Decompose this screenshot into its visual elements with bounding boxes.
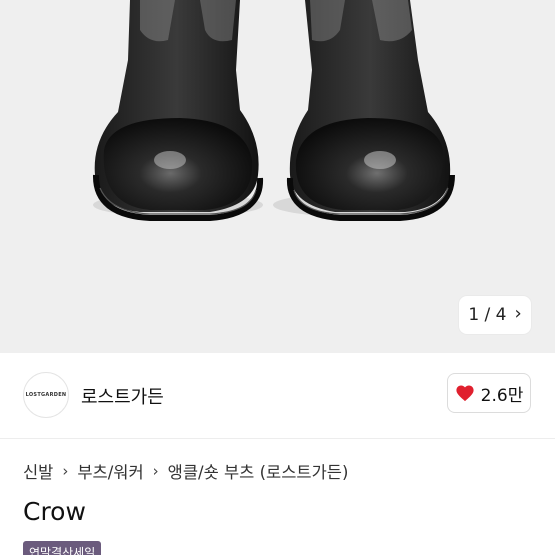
chevron-right-icon: ›: [62, 462, 69, 480]
product-image-gallery[interactable]: 1 / 4 ›: [0, 0, 555, 353]
heart-icon: [456, 385, 474, 402]
product-title: Crow: [23, 497, 86, 526]
store-logo[interactable]: LOSTGARDEN: [23, 372, 69, 418]
store-logo-text: LOSTGARDEN: [25, 392, 67, 398]
chevron-right-icon: ›: [514, 303, 522, 324]
image-pager[interactable]: 1 / 4 ›: [459, 296, 531, 334]
breadcrumb-item-ankle-boots[interactable]: 앵클/숏 부츠 (로스트가든): [168, 459, 349, 483]
breadcrumb-item-shoes[interactable]: 신발: [23, 459, 53, 483]
chevron-right-icon: ›: [152, 462, 159, 480]
breadcrumb: 신발 › 부츠/워커 › 앵클/숏 부츠 (로스트가든): [23, 459, 348, 483]
sale-badge: 연말결산세일: [23, 541, 102, 555]
pager-text: 1 / 4: [468, 305, 507, 325]
store-name[interactable]: 로스트가든: [81, 383, 164, 409]
like-button[interactable]: 2.6만: [447, 373, 531, 413]
breadcrumb-item-boots[interactable]: 부츠/워커: [77, 459, 143, 483]
store-row[interactable]: LOSTGARDEN 로스트가든 2.6만: [0, 353, 555, 439]
sale-badge-label: 연말결산세일: [29, 545, 96, 555]
like-count: 2.6만: [480, 385, 524, 406]
